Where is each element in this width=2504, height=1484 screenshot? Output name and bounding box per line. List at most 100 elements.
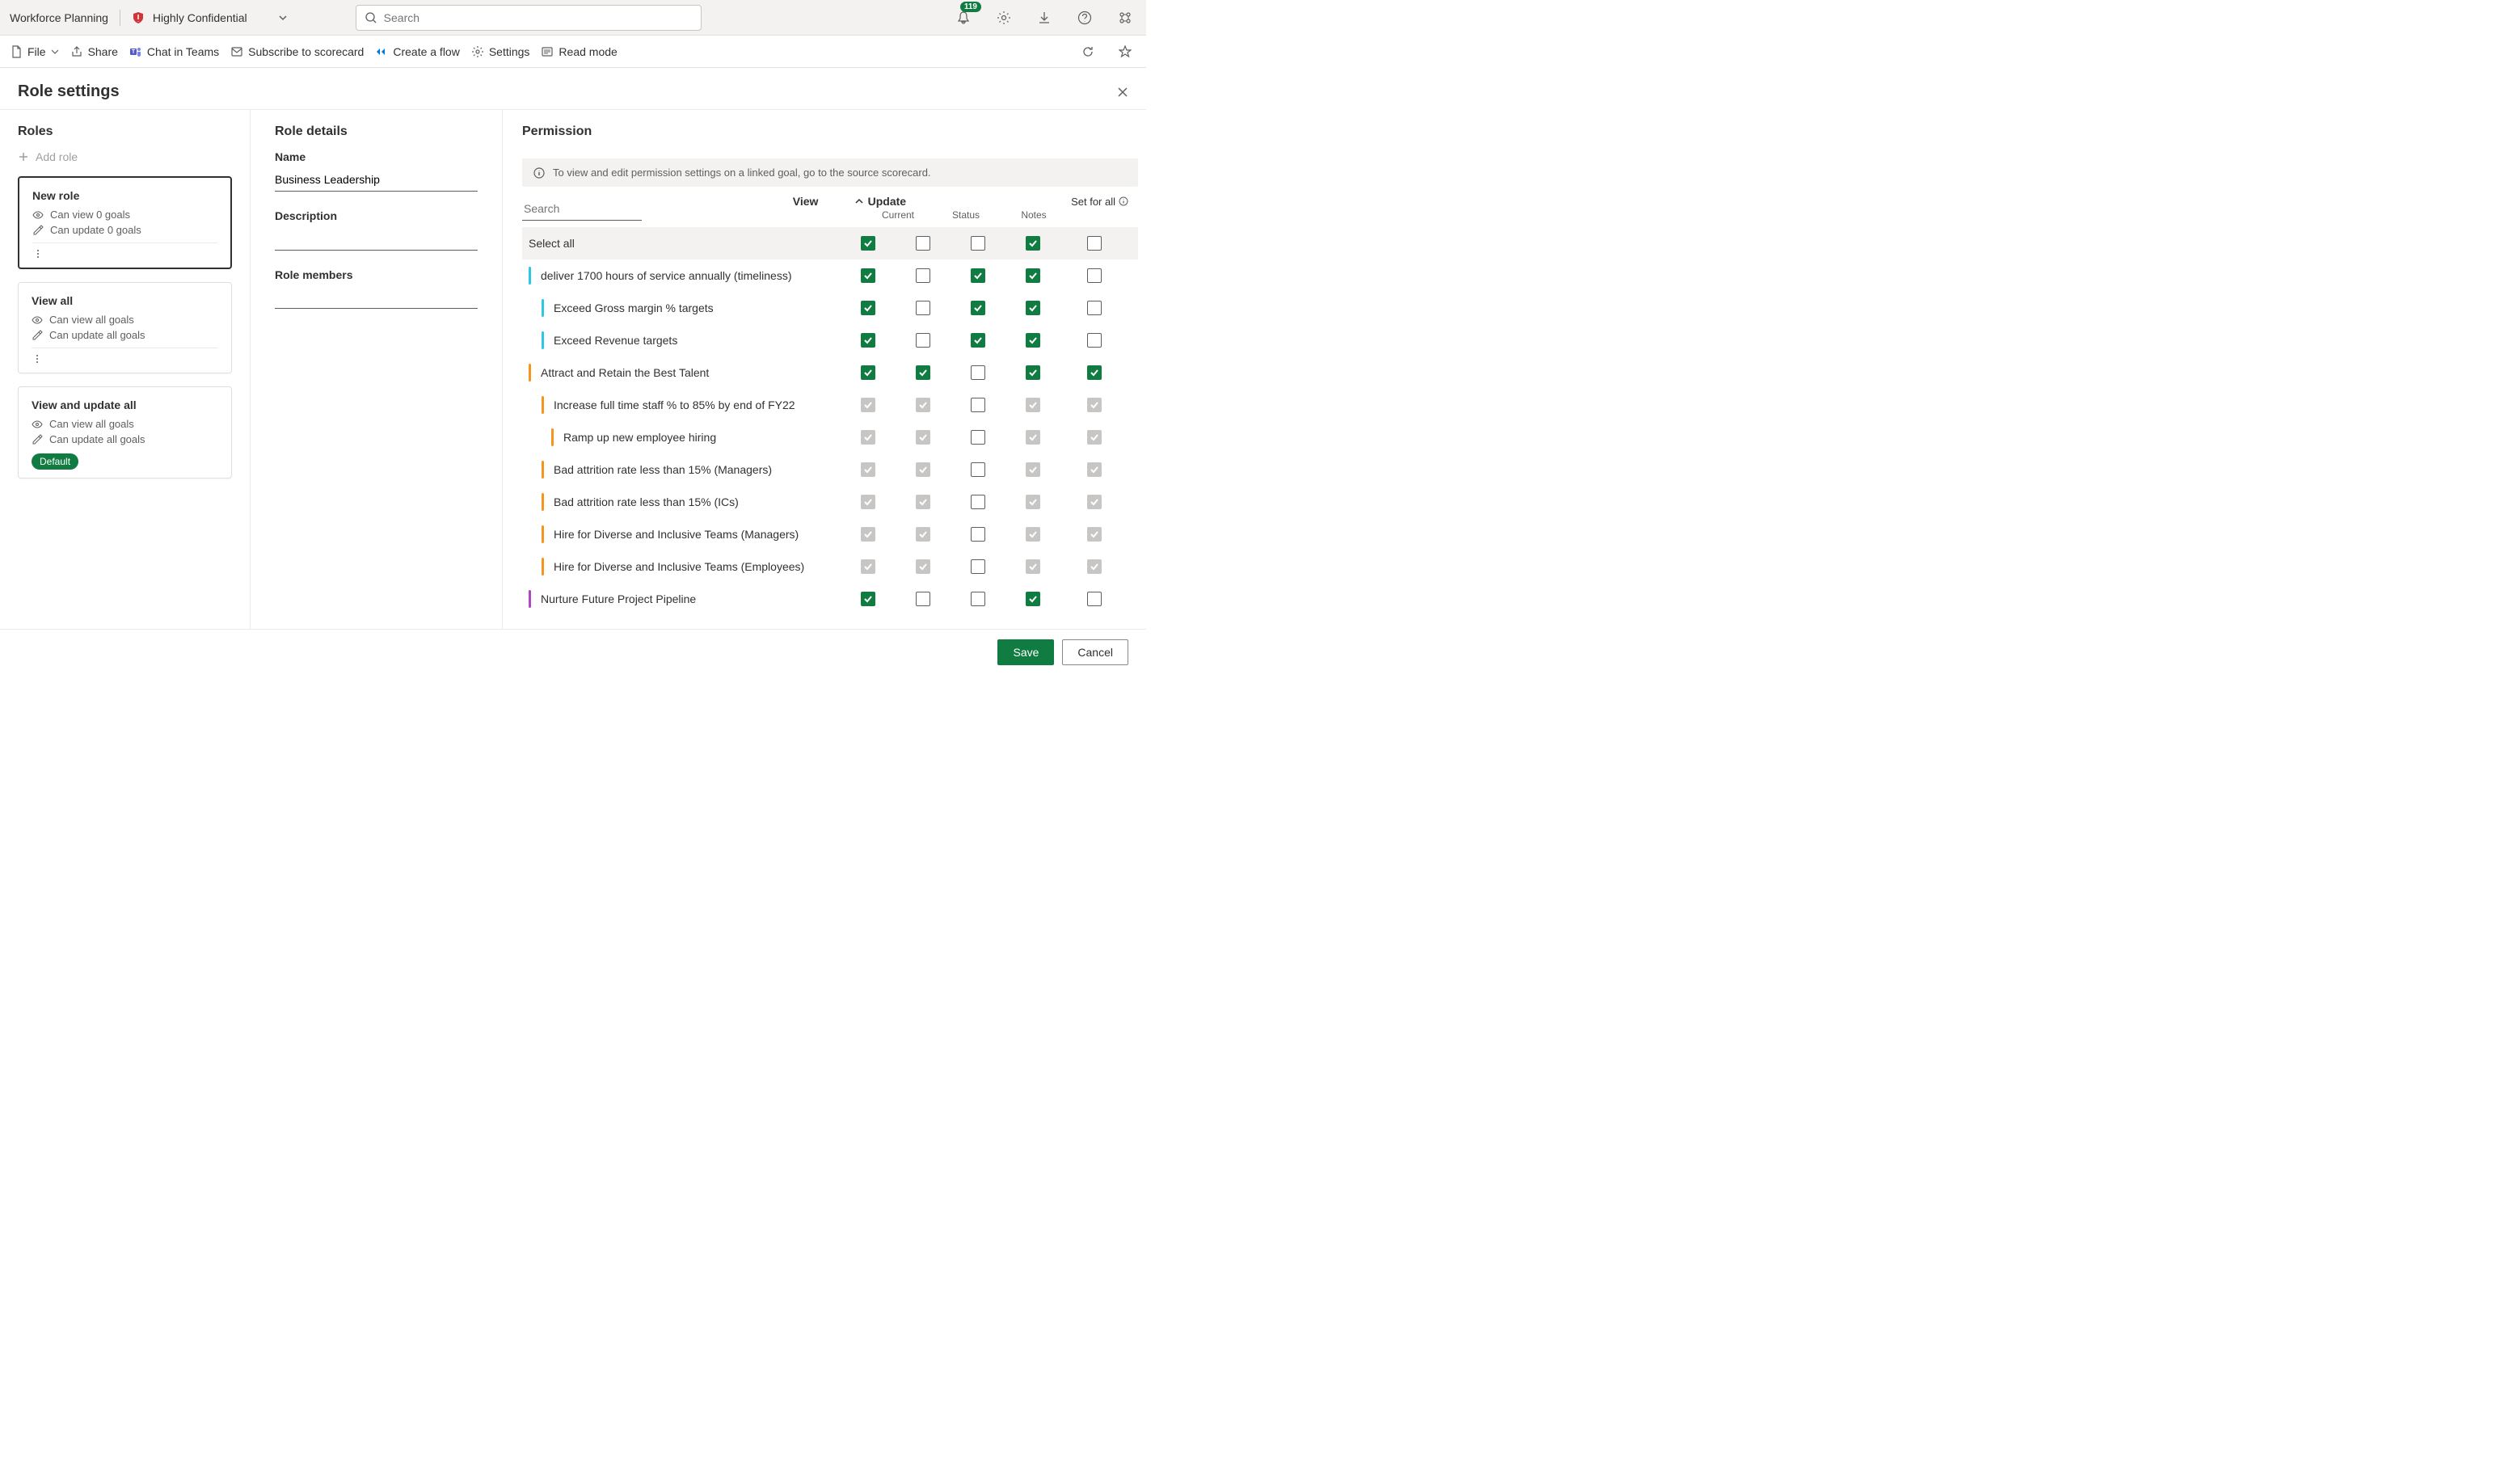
status-checkbox[interactable] [971,462,985,477]
star-icon [1119,45,1132,58]
current-checkbox [916,495,930,509]
set-checkbox[interactable] [1087,268,1102,283]
set-checkbox [1087,462,1102,477]
notes-checkbox[interactable] [1026,592,1040,606]
app-name: Workforce Planning [10,11,108,24]
name-input[interactable] [275,170,478,192]
view-checkbox[interactable] [861,333,875,348]
edit-icon [32,225,44,236]
set-checkbox[interactable] [1087,236,1102,251]
status-checkbox[interactable] [971,398,985,412]
view-checkbox[interactable] [861,301,875,315]
current-checkbox[interactable] [916,592,930,606]
set-checkbox[interactable] [1087,365,1102,380]
cancel-button[interactable]: Cancel [1062,639,1128,665]
refresh-button[interactable] [1077,40,1099,63]
share-label: Share [88,45,118,58]
status-checkbox[interactable] [971,559,985,574]
settings-gear-button[interactable] [993,6,1015,29]
set-checkbox[interactable] [1087,333,1102,348]
file-menu[interactable]: File [10,45,59,58]
view-checkbox[interactable] [861,592,875,606]
role-update-line: Can update all goals [32,433,218,445]
notes-checkbox[interactable] [1026,333,1040,348]
global-search[interactable] [356,5,702,31]
description-input[interactable] [275,229,478,251]
notes-checkbox[interactable] [1026,236,1040,251]
save-button[interactable]: Save [997,639,1054,665]
current-checkbox[interactable] [916,333,930,348]
view-checkbox[interactable] [861,268,875,283]
notes-checkbox[interactable] [1026,268,1040,283]
download-button[interactable] [1033,6,1056,29]
shield-icon [132,11,145,24]
page-title: Role settings [18,82,120,101]
status-checkbox[interactable] [971,268,985,283]
status-checkbox[interactable] [971,495,985,509]
view-column-header[interactable]: View [786,195,826,208]
permission-row: Bad attrition rate less than 15% (Manage… [522,453,1138,486]
current-checkbox[interactable] [916,268,930,283]
app-header: Workforce Planning Highly Confidential 1… [0,0,1146,36]
goal-label: Nurture Future Project Pipeline [541,592,696,605]
status-checkbox[interactable] [971,527,985,542]
status-checkbox[interactable] [971,365,985,380]
status-checkbox[interactable] [971,301,985,315]
notes-checkbox[interactable] [1026,365,1040,380]
goal-label: Increase full time staff % to 85% by end… [554,398,795,411]
set-for-all-header[interactable]: Set for all [1071,196,1128,208]
share-button[interactable]: Share [70,45,118,58]
chevron-down-icon [51,48,59,56]
permission-panel: Permission To view and edit permission s… [503,110,1146,629]
current-checkbox [916,462,930,477]
role-card[interactable]: View all Can view all goals Can update a… [18,282,232,373]
status-checkbox[interactable] [971,592,985,606]
search-input[interactable] [384,11,693,24]
permission-row: Hire for Diverse and Inclusive Teams (Ma… [522,518,1138,550]
classification-label[interactable]: Highly Confidential [153,11,247,24]
close-button[interactable] [1117,86,1128,98]
view-checkbox[interactable] [861,236,875,251]
view-checkbox[interactable] [861,365,875,380]
notifications-button[interactable]: 119 [952,6,975,29]
permission-search-input[interactable] [522,199,642,221]
goal-label: Attract and Retain the Best Talent [541,366,709,379]
status-checkbox[interactable] [971,430,985,445]
color-bar [542,299,544,317]
chat-in-teams-button[interactable]: T Chat in Teams [129,45,219,58]
help-button[interactable] [1073,6,1096,29]
settings-button[interactable]: Settings [471,45,530,58]
status-checkbox[interactable] [971,236,985,251]
role-card[interactable]: View and update all Can view all goals C… [18,386,232,479]
color-bar [542,493,544,511]
role-more-button[interactable] [32,353,218,365]
read-mode-button[interactable]: Read mode [541,45,617,58]
info-text: To view and edit permission settings on … [553,167,931,179]
chevron-down-icon[interactable] [278,13,288,23]
current-checkbox[interactable] [916,365,930,380]
subscribe-button[interactable]: Subscribe to scorecard [230,45,364,58]
notification-badge: 119 [960,2,981,12]
set-checkbox[interactable] [1087,592,1102,606]
role-update-line: Can update 0 goals [32,224,217,236]
chevron-up-icon [855,197,863,205]
status-checkbox[interactable] [971,333,985,348]
set-checkbox[interactable] [1087,301,1102,315]
app-launcher-button[interactable] [1114,6,1136,29]
add-role-button[interactable]: Add role [18,150,232,163]
eye-icon [32,314,43,326]
role-more-button[interactable] [32,248,217,259]
role-view-line: Can view all goals [32,418,218,430]
notes-checkbox[interactable] [1026,301,1040,315]
chat-label: Chat in Teams [147,45,219,58]
current-checkbox[interactable] [916,236,930,251]
create-flow-button[interactable]: Create a flow [375,45,459,58]
goal-label: Exceed Gross margin % targets [554,301,714,314]
status-subheader: Status [947,209,984,221]
members-input[interactable] [275,288,478,309]
select-all-label: Select all [529,237,575,250]
role-card[interactable]: New role Can view 0 goals Can update 0 g… [18,176,232,269]
favorite-button[interactable] [1114,40,1136,63]
update-column-header[interactable]: Update [855,195,906,208]
current-checkbox[interactable] [916,301,930,315]
